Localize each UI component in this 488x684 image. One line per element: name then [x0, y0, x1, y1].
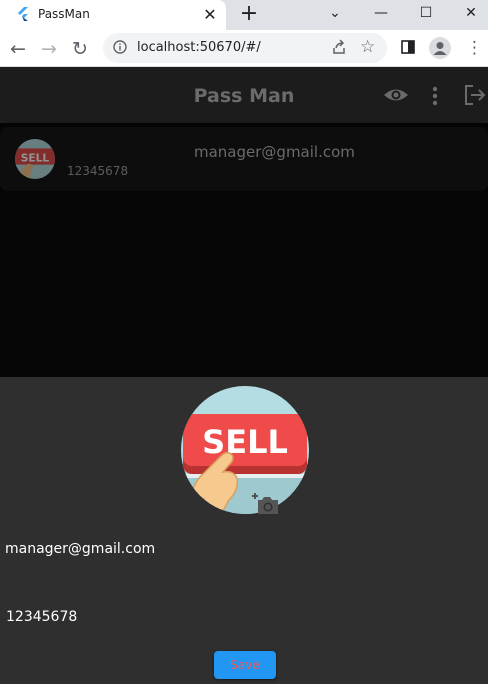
maximize-button[interactable]: ☐: [403, 0, 449, 30]
url-text[interactable]: localhost:50670/#/: [137, 40, 261, 55]
eye-icon[interactable]: [383, 84, 409, 106]
tab-title: PassMan: [38, 7, 90, 21]
tab-search-icon[interactable]: ⌄: [312, 0, 358, 30]
flutter-favicon-icon: [18, 7, 28, 21]
back-icon[interactable]: ←: [5, 36, 31, 62]
minimize-button[interactable]: —: [358, 0, 404, 30]
app-title: Pass Man: [193, 85, 295, 107]
close-window-button[interactable]: ✕: [448, 0, 488, 30]
sell-label: SELL: [202, 423, 288, 461]
email-field[interactable]: manager@gmail.com: [5, 541, 155, 557]
new-tab-button[interactable]: +: [236, 2, 262, 28]
profile-avatar-icon[interactable]: [429, 37, 451, 59]
browser-tab[interactable]: [0, 0, 226, 30]
share-icon[interactable]: [331, 39, 347, 55]
entry-password: 12345678: [67, 164, 129, 178]
info-icon[interactable]: [113, 40, 127, 54]
reload-icon[interactable]: ↻: [67, 36, 93, 62]
side-panel-icon[interactable]: [401, 40, 415, 54]
logout-icon[interactable]: [463, 84, 487, 106]
save-button[interactable]: Save: [214, 651, 276, 679]
bookmark-star-icon[interactable]: ☆: [360, 36, 375, 58]
password-field[interactable]: 12345678: [6, 609, 77, 625]
entry-avatar: SELL: [15, 139, 55, 179]
forward-icon[interactable]: →: [36, 36, 62, 62]
entry-avatar-label: SELL: [21, 152, 50, 165]
more-vert-icon[interactable]: [427, 85, 443, 107]
browser-menu-icon[interactable]: ⋮: [466, 38, 483, 58]
entry-email: manager@gmail.com: [194, 143, 355, 161]
add-photo-camera-icon[interactable]: [252, 492, 280, 516]
entry-image-avatar[interactable]: SELL: [181, 386, 309, 514]
tab-close-icon[interactable]: ✕: [199, 4, 221, 26]
